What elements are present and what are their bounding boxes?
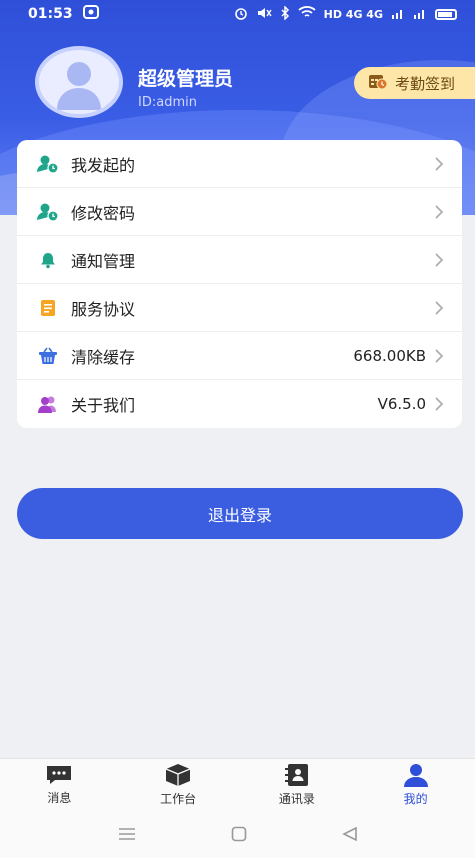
checkin-label: 考勤签到 <box>395 74 456 93</box>
tab-workbench[interactable]: 工作台 <box>119 759 238 810</box>
mute-icon <box>256 7 272 22</box>
battery-icon <box>435 8 457 20</box>
tab-label: 我的 <box>403 791 428 806</box>
signal-icon <box>413 7 427 22</box>
tab-contacts[interactable]: 通讯录 <box>238 759 357 810</box>
menu-item-clear-cache[interactable]: 清除缓存 668.00KB <box>17 332 462 380</box>
menu-item-change-password[interactable]: 修改密码 <box>17 188 462 236</box>
menu-item-initiated[interactable]: 我发起的 <box>17 140 462 188</box>
person-avatar-icon <box>57 62 101 110</box>
status-time: 01:53 <box>28 6 73 22</box>
chevron-right-icon <box>435 252 444 267</box>
menu-label: 通知管理 <box>71 251 136 271</box>
logout-button[interactable]: 退出登录 <box>17 488 463 539</box>
back-icon[interactable] <box>341 826 358 842</box>
calendar-clock-icon <box>368 72 388 94</box>
bottom-tab-bar: 消息 工作台 通讯录 我的 <box>0 758 475 810</box>
menu-item-about-us[interactable]: 关于我们 V6.5.0 <box>17 380 462 428</box>
menu-label: 关于我们 <box>71 396 136 415</box>
home-icon[interactable] <box>231 826 247 842</box>
message-icon <box>47 765 72 784</box>
tab-label: 消息 <box>47 790 72 805</box>
bell-icon <box>37 249 59 271</box>
status-bar: 01:53 HD 4G 4G <box>0 0 475 28</box>
tab-label: 工作台 <box>160 791 197 806</box>
cube-icon <box>165 763 191 786</box>
tab-label: 通讯录 <box>278 791 315 806</box>
signal-icon <box>391 7 405 22</box>
alarm-icon <box>234 6 248 23</box>
system-nav-bar <box>0 810 475 858</box>
network-indicators: HD 4G 4G <box>323 7 383 21</box>
chevron-right-icon <box>435 348 444 363</box>
basket-icon <box>37 345 59 367</box>
menu-icon[interactable] <box>118 827 136 841</box>
user-lock-icon <box>37 201 59 223</box>
profile-name: 超级管理员 <box>138 68 234 90</box>
menu-item-notifications[interactable]: 通知管理 <box>17 236 462 284</box>
menu-item-service-agreement[interactable]: 服务协议 <box>17 284 462 332</box>
menu-label: 修改密码 <box>71 203 136 223</box>
menu-label: 清除缓存 <box>71 347 136 367</box>
person-icon <box>403 763 428 787</box>
cache-size-value: 668.00KB <box>353 346 426 365</box>
chevron-right-icon <box>435 204 444 219</box>
chevron-right-icon <box>435 397 444 411</box>
document-icon <box>37 297 59 319</box>
chevron-right-icon <box>435 300 444 315</box>
menu-label: 服务协议 <box>71 299 136 319</box>
user-clock-icon <box>37 153 59 175</box>
profile-id: ID:admin <box>138 95 197 110</box>
logout-label: 退出登录 <box>207 505 272 525</box>
checkin-button[interactable]: 考勤签到 <box>354 67 475 99</box>
tab-mine[interactable]: 我的 <box>356 759 475 810</box>
app-notification-icon <box>82 5 99 23</box>
chevron-right-icon <box>435 156 444 171</box>
version-value: V6.5.0 <box>377 395 426 413</box>
tab-messages[interactable]: 消息 <box>0 759 119 810</box>
users-icon <box>37 393 59 415</box>
avatar[interactable] <box>35 46 123 118</box>
menu-label: 我发起的 <box>71 155 136 175</box>
wifi-icon <box>298 6 316 22</box>
bluetooth-icon <box>280 4 290 23</box>
settings-menu: 我发起的 修改密码 通知管理 服务协议 清除缓存 668.00KB 关于我们 V… <box>17 140 462 428</box>
contacts-icon <box>284 763 308 786</box>
